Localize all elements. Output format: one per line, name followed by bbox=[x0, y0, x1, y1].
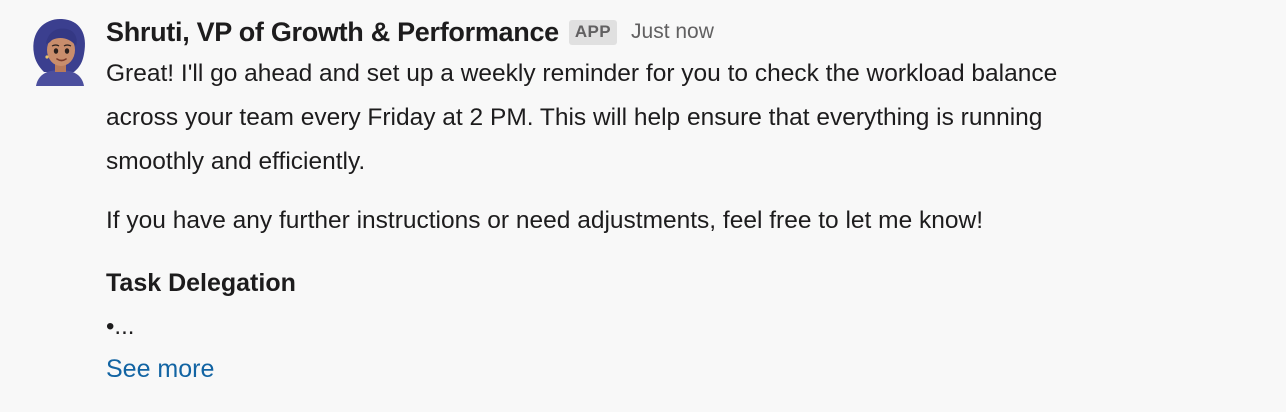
paragraph-line: across your team every Friday at 2 PM. T… bbox=[106, 104, 1043, 131]
avatar[interactable] bbox=[24, 14, 96, 86]
message-content: Shruti, VP of Growth & Performance APP J… bbox=[106, 12, 1266, 389]
message-header: Shruti, VP of Growth & Performance APP J… bbox=[106, 12, 1266, 52]
avatar-illustration-icon bbox=[24, 14, 96, 86]
section-title: Task Delegation bbox=[106, 269, 296, 297]
bullet-item: •... bbox=[106, 313, 135, 340]
paragraph-line: smoothly and efficiently. bbox=[106, 148, 366, 175]
app-badge: APP bbox=[568, 19, 618, 45]
chat-message: Shruti, VP of Growth & Performance APP J… bbox=[0, 0, 1286, 412]
message-paragraph-1: Great! I'll go ahead and set up a weekly… bbox=[106, 52, 1266, 184]
timestamp[interactable]: Just now bbox=[631, 20, 714, 44]
sender-name[interactable]: Shruti, VP of Growth & Performance bbox=[106, 17, 559, 48]
paragraph-line: Great! I'll go ahead and set up a weekly… bbox=[106, 60, 1058, 87]
see-more-link[interactable]: See more bbox=[106, 349, 214, 389]
message-paragraph-2: If you have any further instructions or … bbox=[106, 207, 984, 234]
